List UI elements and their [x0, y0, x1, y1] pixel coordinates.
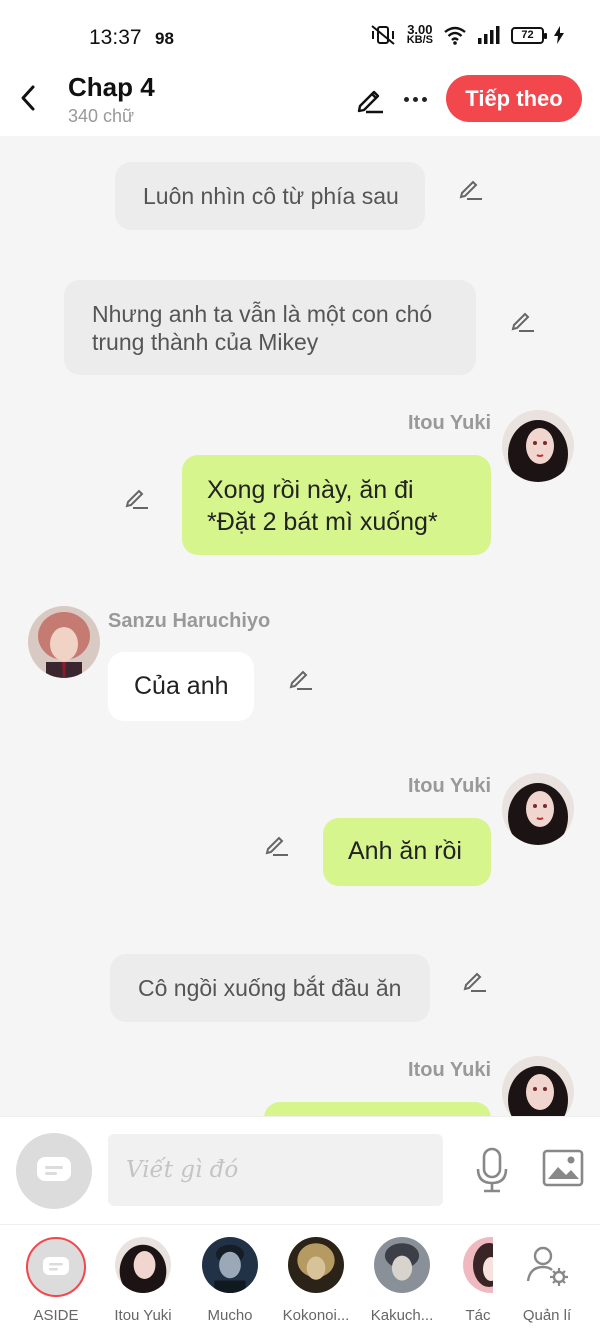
avatar[interactable] — [28, 606, 100, 678]
dot-icon — [412, 96, 418, 102]
next-button[interactable]: Tiếp theo — [446, 75, 582, 122]
character-portrait-itou-yuki — [502, 410, 574, 482]
character-label: ASIDE — [33, 1307, 79, 1324]
chat-area[interactable]: Luôn nhìn cô từ phía sau Nhưng anh ta vẫ… — [0, 136, 600, 1116]
status-icons: 3.00 KB/S 72 — [369, 22, 564, 46]
edit-message-button[interactable] — [456, 174, 484, 202]
narration-bubble[interactable]: Luôn nhìn cô từ phía sau — [115, 162, 425, 230]
character-portrait-kakucho — [374, 1237, 430, 1293]
edit-message-button[interactable] — [122, 483, 150, 511]
edit-message-button[interactable] — [262, 830, 290, 858]
status-bar: 13:37 98 3.00 KB/S 72 — [0, 0, 600, 72]
character-label: Quản lí — [522, 1307, 572, 1324]
chat-bubble-self[interactable] — [264, 1102, 491, 1116]
back-button[interactable] — [10, 80, 46, 116]
word-count: 340 chữ — [68, 106, 135, 126]
voice-input-button[interactable] — [474, 1147, 510, 1193]
avatar[interactable] — [502, 410, 574, 482]
character-selector: ASIDE Itou Yuki Mucho Kokonoi... Kakuch.… — [0, 1224, 600, 1333]
character-kokonoi[interactable]: Kokonoi... — [273, 1237, 359, 1324]
status-time: 13:37 — [89, 26, 142, 49]
avatar[interactable] — [502, 773, 574, 845]
composer-bar — [0, 1116, 600, 1224]
page-title: Chap 4 — [68, 72, 155, 102]
edit-chapter-button[interactable] — [352, 82, 386, 116]
character-portrait-itou-yuki — [502, 1056, 574, 1116]
avatar — [463, 1237, 493, 1293]
character-portrait-tac — [463, 1237, 493, 1293]
chat-bubble-self[interactable]: Anh ăn rồi — [323, 818, 491, 886]
pencil-icon — [289, 670, 312, 690]
avatar — [202, 1237, 258, 1293]
character-itou-yuki[interactable]: Itou Yuki — [100, 1237, 186, 1324]
edit-message-button[interactable] — [508, 306, 536, 334]
dot-icon — [403, 96, 409, 102]
avatar — [288, 1237, 344, 1293]
speaker-name: Itou Yuki — [408, 412, 491, 434]
message-input[interactable] — [108, 1134, 443, 1206]
insert-image-button[interactable] — [542, 1149, 584, 1187]
dot-icon — [421, 96, 427, 102]
character-kakucho[interactable]: Kakuch... — [359, 1237, 445, 1324]
pencil-icon — [463, 972, 486, 992]
chevron-left-icon — [21, 85, 35, 111]
pen-icon — [357, 90, 383, 114]
narration-bubble[interactable]: Nhưng anh ta vẫn là một con chó trung th… — [64, 280, 476, 375]
avatar — [374, 1237, 430, 1293]
chapter-header: Chap 4 340 chữ Tiếp theo — [0, 72, 600, 136]
chat-bubble-other[interactable]: Của anh — [108, 652, 254, 721]
pencil-icon — [459, 180, 482, 200]
speaker-name: Itou Yuki — [408, 1059, 491, 1081]
character-label: Kokonoi... — [282, 1307, 350, 1324]
edit-message-button[interactable] — [286, 664, 314, 692]
character-label: Itou Yuki — [114, 1307, 172, 1324]
character-aside[interactable]: ASIDE — [13, 1237, 99, 1324]
speaker-name: Sanzu Haruchiyo — [108, 610, 271, 632]
manage-characters-button[interactable]: Quản lí — [504, 1237, 590, 1324]
character-portrait-kokonoi — [288, 1237, 344, 1293]
character-label: Kakuch... — [370, 1307, 434, 1324]
character-portrait-mucho — [202, 1237, 258, 1293]
aside-avatar — [26, 1237, 86, 1297]
avatar[interactable] — [502, 1056, 574, 1116]
chat-bubble-self[interactable]: Xong rồi này, ăn đi *Đặt 2 bát mì xuống* — [182, 455, 491, 555]
pencil-icon — [265, 836, 288, 856]
avatar — [115, 1237, 171, 1293]
character-mucho[interactable]: Mucho — [187, 1237, 273, 1324]
character-label: Mucho — [207, 1307, 253, 1324]
more-options-button[interactable] — [398, 82, 432, 116]
manage-icon-wrap — [519, 1237, 575, 1293]
status-indicator: 98 — [155, 29, 174, 48]
wifi-icon — [444, 26, 466, 45]
user-settings-icon — [526, 1246, 568, 1286]
microphone-icon — [476, 1147, 508, 1193]
mute-vibrate-icon — [371, 25, 395, 45]
character-portrait-itou-yuki — [115, 1237, 171, 1293]
aside-toggle-button[interactable] — [16, 1133, 92, 1209]
edit-message-button[interactable] — [460, 966, 488, 994]
character-portrait-sanzu — [28, 606, 100, 678]
charging-icon — [554, 26, 564, 44]
signal-icon — [478, 26, 500, 44]
net-speed: 3.00 KB/S — [406, 22, 433, 46]
narration-bubble[interactable]: Cô ngồi xuống bắt đầu ăn — [110, 954, 430, 1022]
chat-bubble-icon — [37, 1157, 71, 1181]
image-icon — [542, 1149, 584, 1187]
pencil-icon — [125, 489, 148, 509]
chat-bubble-icon — [43, 1257, 69, 1275]
battery-indicator: 72 — [511, 26, 547, 44]
character-portrait-itou-yuki — [502, 773, 574, 845]
pencil-icon — [511, 312, 534, 332]
speaker-name: Itou Yuki — [408, 775, 491, 797]
